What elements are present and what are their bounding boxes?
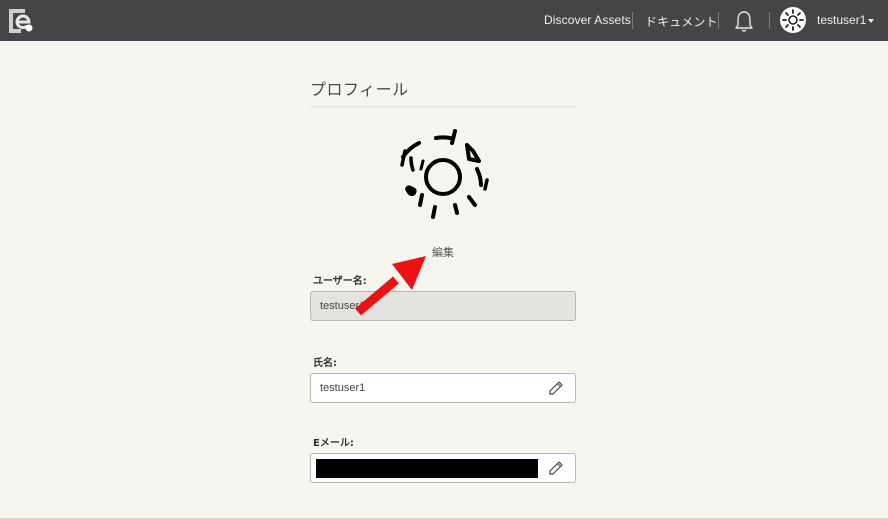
- nav-divider: [718, 12, 719, 29]
- nav-divider: [769, 12, 770, 29]
- page-title: プロフィール: [310, 80, 409, 99]
- annotation-arrow: [355, 256, 426, 316]
- pencil-icon[interactable]: [548, 380, 564, 396]
- pencil-icon[interactable]: [548, 460, 564, 476]
- email-label: Eメール:: [313, 438, 354, 449]
- avatar-icon: [782, 9, 804, 31]
- chevron-down-icon[interactable]: [868, 19, 874, 23]
- fullname-value: testuser1: [320, 382, 366, 394]
- fullname-label: 氏名:: [313, 358, 337, 369]
- avatar[interactable]: [780, 7, 806, 33]
- app-logo-icon[interactable]: [8, 8, 36, 34]
- profile-picture[interactable]: [393, 125, 493, 225]
- divider: [310, 106, 576, 107]
- nav-divider: [632, 12, 633, 29]
- discover-assets-link[interactable]: Discover Assets: [544, 13, 631, 27]
- email-field[interactable]: [310, 453, 576, 483]
- top-navbar: Discover Assets ドキュメント testuser1: [0, 0, 888, 41]
- redacted-email-value: [316, 459, 538, 478]
- documents-link[interactable]: ドキュメント: [645, 13, 718, 30]
- fullname-field[interactable]: testuser1: [310, 373, 576, 403]
- edit-profile-picture-link[interactable]: 編集: [432, 244, 454, 260]
- user-menu-name[interactable]: testuser1: [817, 13, 866, 27]
- bell-icon[interactable]: [733, 9, 755, 33]
